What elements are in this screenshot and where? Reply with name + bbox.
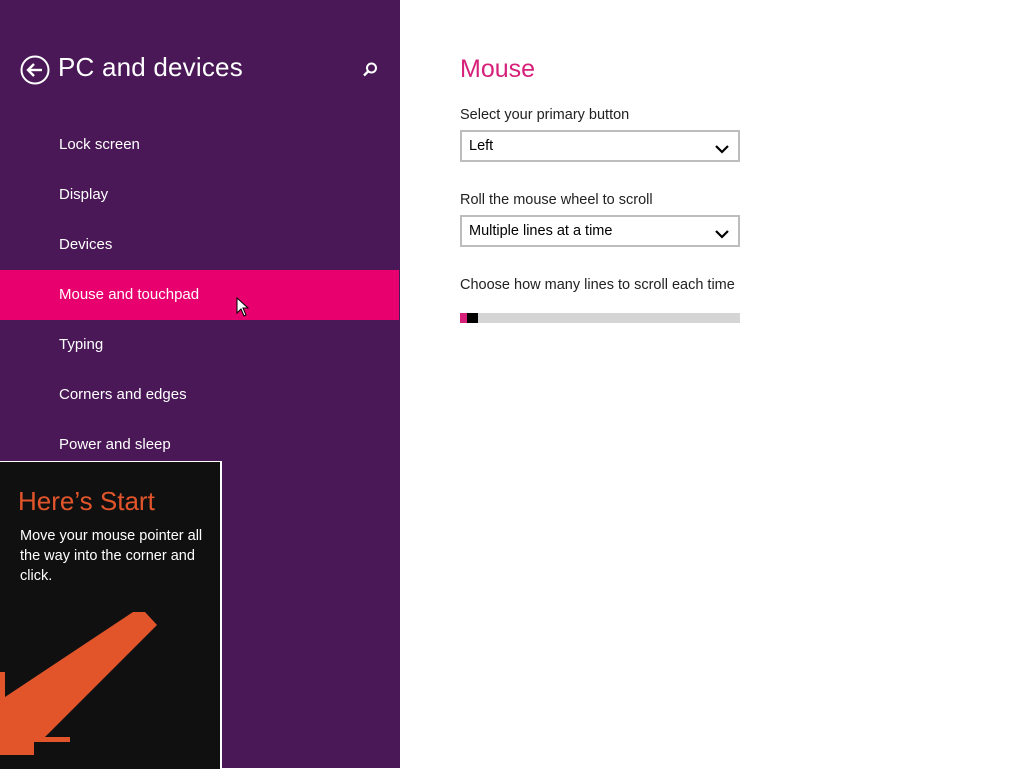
start-tip-flyout: Here’s Start Move your mouse pointer all… bbox=[0, 461, 222, 769]
wheel-scroll-label: Roll the mouse wheel to scroll bbox=[460, 192, 653, 208]
sidebar-title: PC and devices bbox=[58, 52, 243, 82]
back-arrow-icon[interactable] bbox=[20, 55, 50, 85]
section-title-mouse: Mouse bbox=[460, 55, 536, 83]
sidebar-nav: Lock screen Display Devices Mouse and to… bbox=[0, 120, 400, 470]
slider-thumb[interactable] bbox=[467, 313, 478, 323]
main-content: Mouse Select your primary button Left Ro… bbox=[400, 0, 1024, 768]
search-icon[interactable] bbox=[360, 60, 380, 80]
slider-fill bbox=[460, 313, 467, 323]
sidebar-item-mouse-and-touchpad[interactable]: Mouse and touchpad bbox=[0, 270, 399, 320]
chevron-down-icon bbox=[715, 141, 729, 154]
start-tip-body: Move your mouse pointer all the way into… bbox=[20, 528, 203, 584]
start-tip-title: Here’s Start bbox=[18, 486, 155, 516]
wheel-scroll-value: Multiple lines at a time bbox=[469, 223, 613, 239]
primary-button-label: Select your primary button bbox=[460, 107, 630, 123]
primary-button-dropdown[interactable]: Left bbox=[460, 130, 740, 162]
lines-to-scroll-slider[interactable] bbox=[460, 313, 740, 323]
slider-track bbox=[460, 313, 740, 323]
sidebar: PC and devices Lock screen Display Devic… bbox=[0, 0, 400, 769]
sidebar-item-corners-and-edges[interactable]: Corners and edges bbox=[0, 370, 400, 420]
lines-to-scroll-label: Choose how many lines to scroll each tim… bbox=[460, 277, 735, 293]
wheel-scroll-dropdown[interactable]: Multiple lines at a time bbox=[460, 215, 740, 247]
diagonal-arrow-down-left-icon bbox=[0, 612, 170, 769]
sidebar-item-typing[interactable]: Typing bbox=[0, 320, 400, 370]
chevron-down-icon bbox=[715, 226, 729, 239]
primary-button-value: Left bbox=[469, 138, 494, 154]
sidebar-item-devices[interactable]: Devices bbox=[0, 220, 400, 270]
sidebar-item-lock-screen[interactable]: Lock screen bbox=[0, 120, 400, 170]
sidebar-item-display[interactable]: Display bbox=[0, 170, 400, 220]
